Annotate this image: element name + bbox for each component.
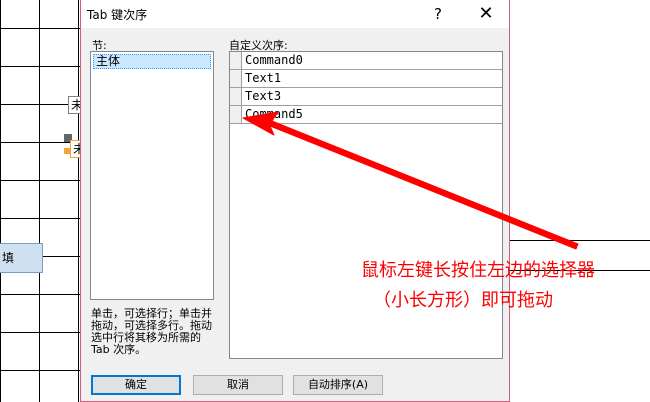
row-selector[interactable]: [230, 52, 242, 69]
section-list[interactable]: 主体: [90, 51, 214, 300]
close-icon[interactable]: ✕: [474, 2, 498, 26]
order-row[interactable]: Text3: [230, 88, 502, 106]
order-row[interactable]: Command0: [230, 52, 502, 70]
order-row-label: Text1: [245, 71, 282, 85]
dialog-title: Tab 键次序: [87, 8, 148, 22]
auto-order-button[interactable]: 自动排序(A): [293, 375, 383, 395]
order-row-label: Command5: [245, 107, 303, 121]
row-selector[interactable]: [230, 70, 242, 87]
order-row[interactable]: Command5: [230, 106, 502, 124]
row-selector[interactable]: [230, 88, 242, 105]
ok-button[interactable]: 确定: [91, 375, 181, 395]
grid-line: [510, 240, 650, 241]
design-grid-right-area: [510, 0, 650, 402]
instruction-text: 单击，可选择行；单击并拖动，可选择多行。拖动选中行将其移为所需的 Tab 次序。: [91, 307, 212, 356]
help-button[interactable]: ?: [426, 2, 450, 26]
annotation-line-2: （小长方形）即可拖动: [373, 290, 553, 311]
annotation-line-1: 鼠标左键长按住左边的选择器: [361, 260, 595, 281]
order-row[interactable]: Text1: [230, 70, 502, 88]
order-row-label: Text3: [245, 89, 282, 103]
dialog-titlebar[interactable]: Tab 键次序 ? ✕: [81, 0, 509, 28]
background-field-control[interactable]: 填: [0, 243, 43, 273]
cancel-button[interactable]: 取消: [193, 375, 283, 395]
section-item-body[interactable]: 主体: [93, 54, 211, 69]
order-row-label: Command0: [245, 53, 303, 67]
annotation-text: 鼠标左键长按住左边的选择器 （小长方形）即可拖动: [361, 256, 650, 316]
row-selector[interactable]: [230, 106, 242, 123]
tab-order-dialog: Tab 键次序 ? ✕ 节: 主体 单击，可选择行；单击并拖动，可选择多行。拖动…: [80, 0, 510, 402]
